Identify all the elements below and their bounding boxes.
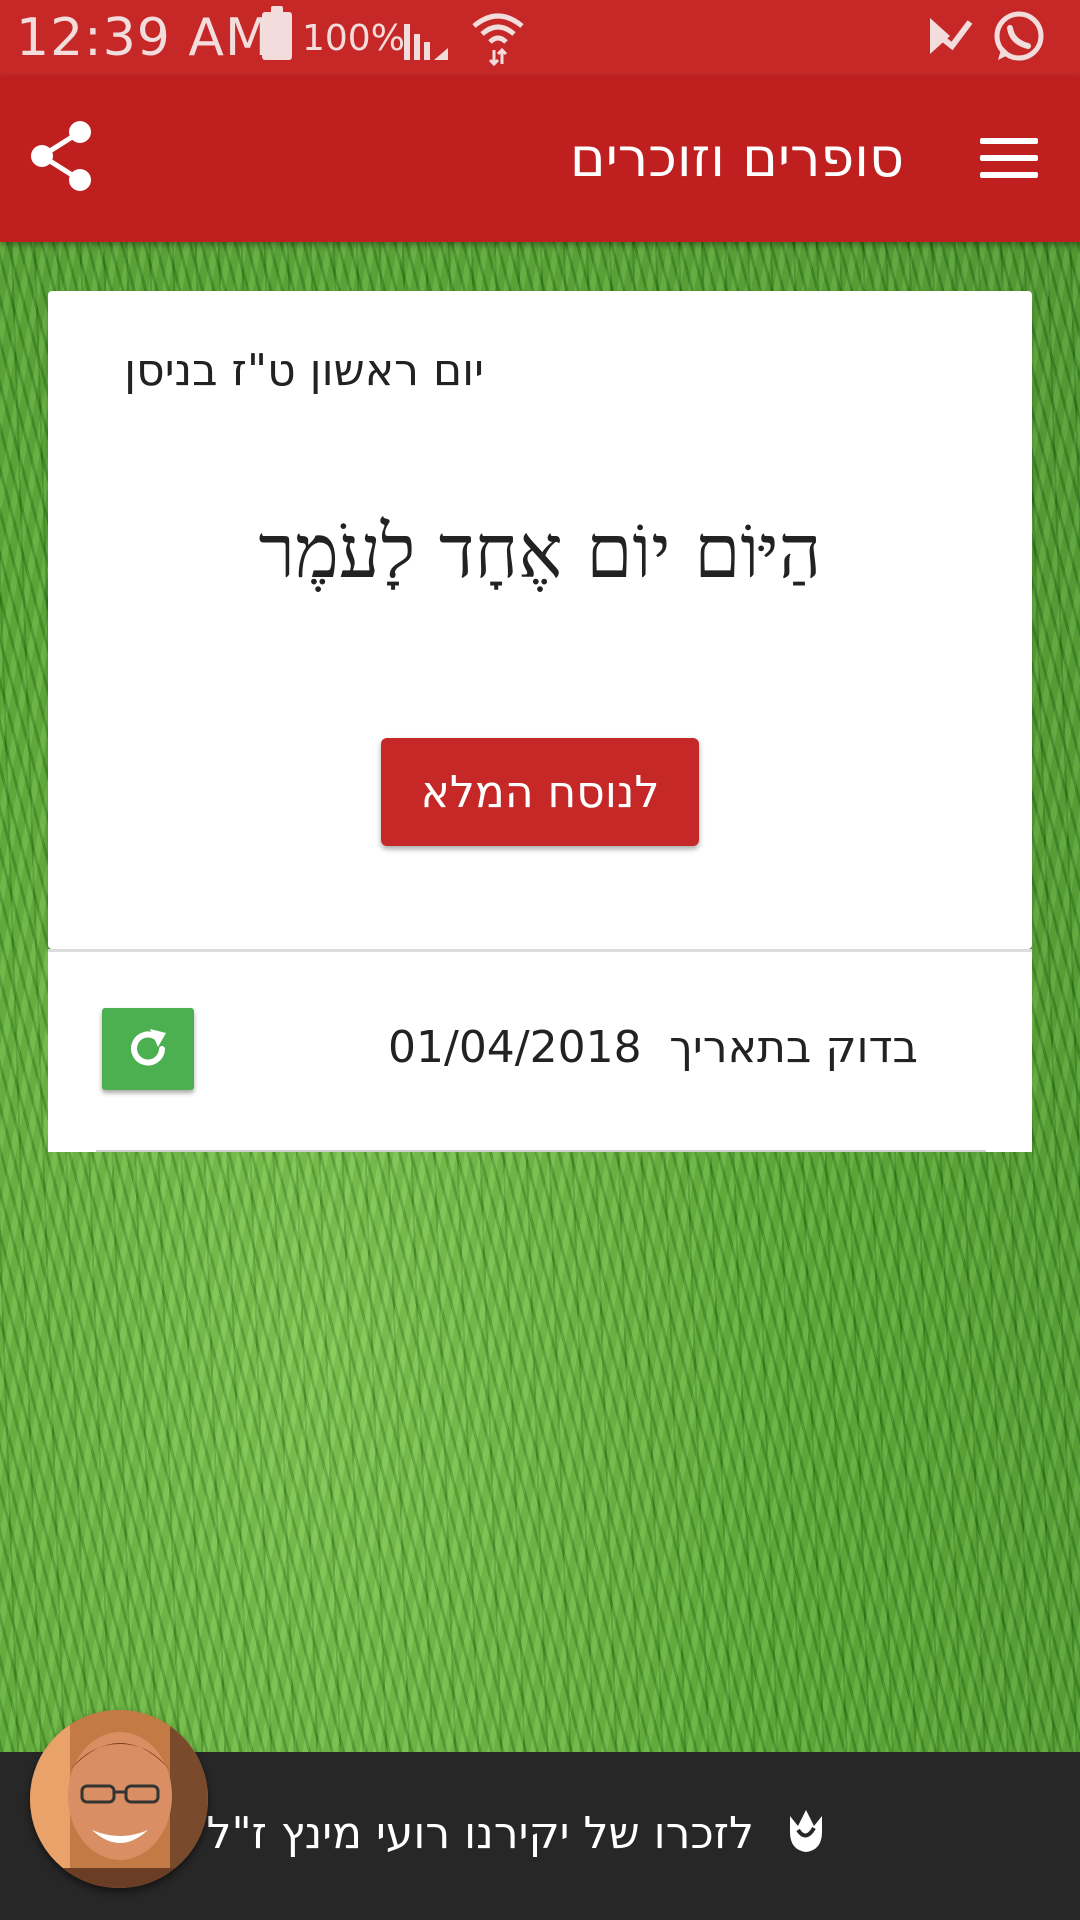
hebrew-date: יום ראשון ט"ז בניסן xyxy=(124,345,484,396)
check-date-label: בדוק בתאריך xyxy=(669,1022,918,1073)
whatsapp-icon xyxy=(994,11,1044,61)
status-bar: 12:39 AM 100% xyxy=(0,0,1080,76)
share-icon[interactable] xyxy=(28,120,94,192)
hamburger-menu-icon[interactable] xyxy=(980,138,1038,178)
avatar-portrait xyxy=(30,1710,208,1888)
full-text-button[interactable]: לנוסח המלא xyxy=(381,738,699,846)
app-bar: סופרים וזוכרים xyxy=(0,76,1080,242)
wifi-icon xyxy=(472,13,524,66)
omer-count-text: הַיּוֹם יוֹם אֶחָד לָעֹמֶר xyxy=(258,509,822,595)
status-time: 12:39 AM xyxy=(16,8,271,68)
battery-icon xyxy=(262,6,292,60)
battery-percent: 100% xyxy=(302,18,405,59)
date-check-panel: בדוק בתאריך 01/04/2018 xyxy=(48,952,1032,1152)
notification-check-icon xyxy=(930,18,973,54)
signal-icon xyxy=(404,24,448,60)
date-input[interactable]: 01/04/2018 xyxy=(388,1022,642,1073)
app-title: סופרים וזוכרים xyxy=(569,126,904,189)
omer-card: יום ראשון ט"ז בניסן הַיּוֹם יוֹם אֶחָד ל… xyxy=(48,291,1032,949)
memorial-text: לזכרו של יקירנו רועי מינץ ז"ל xyxy=(206,1808,754,1859)
memorial-avatar xyxy=(30,1710,208,1888)
date-field-underline xyxy=(96,1150,986,1152)
flower-icon xyxy=(790,1810,822,1852)
refresh-icon xyxy=(131,1029,166,1066)
refresh-button[interactable] xyxy=(102,1008,194,1090)
